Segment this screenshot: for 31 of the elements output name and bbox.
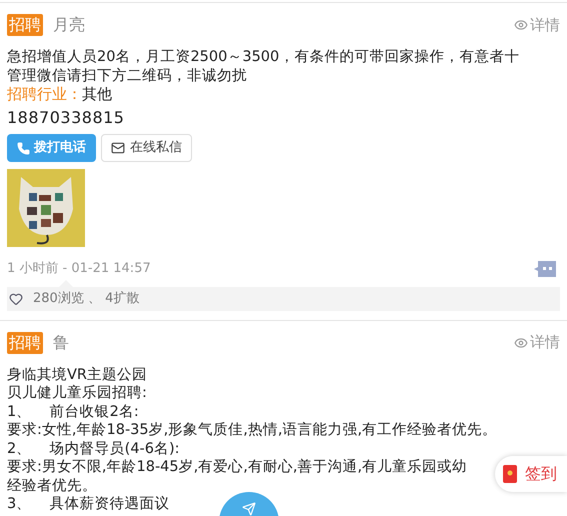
- post-text: 身临其境VR主题公园: [7, 366, 147, 384]
- call-button[interactable]: 拨打电话: [7, 134, 96, 162]
- post-text: 经验者优先。: [7, 476, 97, 495]
- category-tag: 招聘: [7, 14, 43, 36]
- eye-icon: [514, 336, 528, 350]
- phone-number: 18870338815: [7, 107, 126, 129]
- post-text: 1、 前台收银2名:: [7, 402, 139, 421]
- detail-link[interactable]: 详情: [530, 331, 560, 354]
- post-text: 急招增值人员20名，月工资2500～3500，有条件的可带回家操作，有意者十管理微信请扫下方二维码，非诚勿扰: [7, 48, 520, 85]
- phone-icon: [17, 142, 30, 154]
- industry-label: 招聘行业：: [7, 85, 82, 104]
- post-text: 要求:男女不限,年龄18-45岁,有爱心,有耐心,善于沟通,有儿童乐园或幼: [7, 458, 468, 476]
- author-name: 月亮: [53, 14, 85, 36]
- stats-text: 280浏览 、 4扩散: [33, 290, 140, 308]
- post-text: 要求:女性,年龄18-35岁,形象气质佳,热情,语言能力强,有工作经验者优先。: [7, 421, 498, 440]
- post-text: 贝儿健儿童乐园招聘:: [7, 384, 147, 402]
- envelope-icon: [503, 465, 517, 483]
- author-name: 鲁: [53, 332, 69, 354]
- check-in-button[interactable]: 签到: [495, 456, 567, 492]
- category-tag: 招聘: [7, 332, 43, 354]
- message-button[interactable]: 在线私信: [101, 134, 192, 162]
- post-text: 3、 具体薪资待遇面议: [7, 495, 170, 514]
- heart-icon[interactable]: [9, 292, 23, 306]
- eye-icon: [514, 18, 528, 32]
- comment-icon[interactable]: [534, 260, 556, 277]
- post-time: 1 小时前 - 01-21 14:57: [7, 260, 151, 278]
- send-icon: [242, 502, 256, 516]
- detail-link[interactable]: 详情: [530, 14, 560, 36]
- industry-value: 其他: [82, 85, 112, 104]
- post-text: 2、 场内督导员(4-6名):: [7, 440, 180, 458]
- mail-icon: [111, 141, 125, 155]
